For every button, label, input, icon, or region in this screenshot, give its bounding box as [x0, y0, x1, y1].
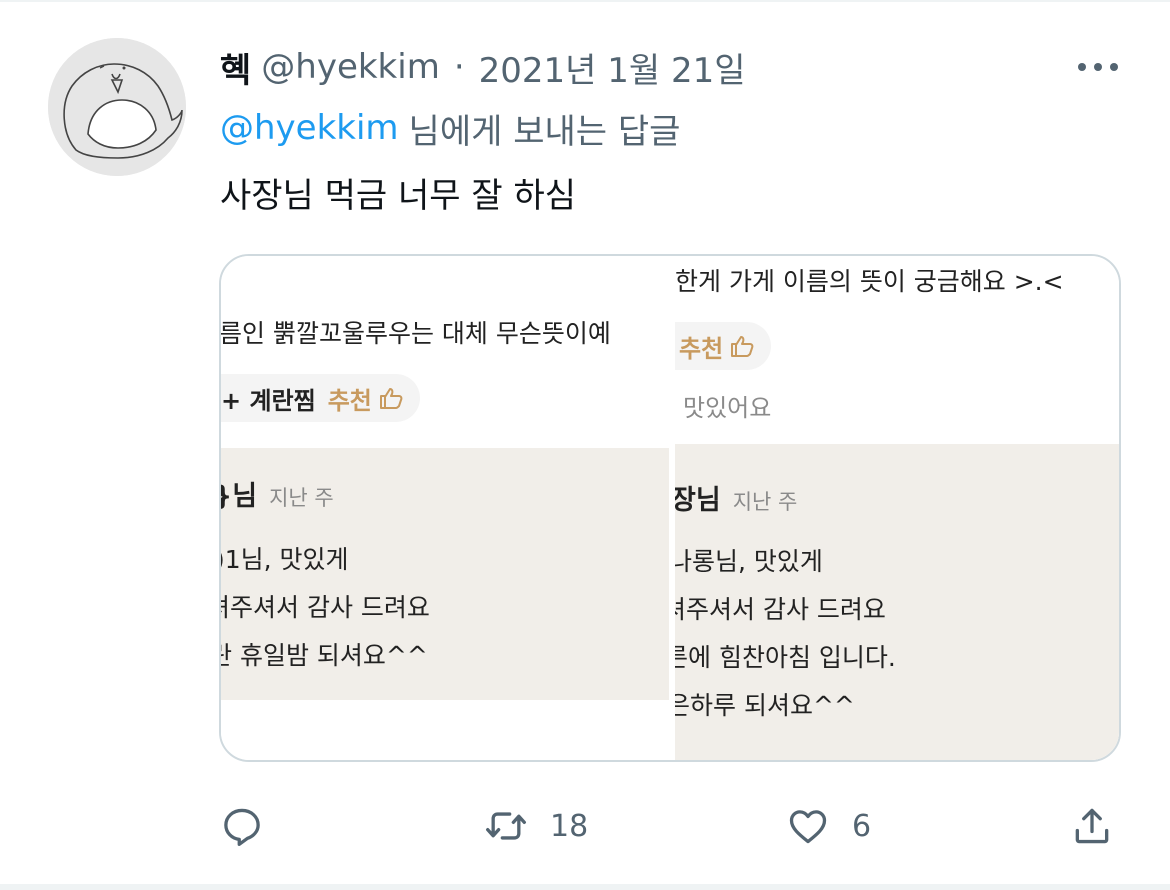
reply-to-handle[interactable]: @hyekkim: [220, 108, 399, 148]
share-button[interactable]: [1070, 798, 1114, 854]
dish-name: + 계란찜: [221, 386, 316, 415]
recommend-label: 추천: [327, 386, 372, 415]
retweet-count: 18: [550, 808, 589, 844]
owner-reply-time: 지난 주: [732, 490, 798, 514]
separator-dot: ·: [453, 47, 465, 87]
retweet-button[interactable]: 18: [484, 798, 588, 854]
tweet-date[interactable]: 2021년 1월 21일: [479, 43, 746, 92]
share-icon: [1075, 808, 1109, 844]
more-dot: [1094, 63, 1102, 71]
more-options-icon[interactable]: [1074, 50, 1122, 84]
reply-icon: [224, 808, 260, 846]
tweet-actions: 18 6: [0, 798, 1170, 854]
owner-reply-line: 셔주셔서 감사 드려요: [221, 593, 430, 622]
recommend-label: 추천: [679, 334, 724, 363]
thumbs-up-icon: [379, 388, 403, 409]
replying-to: @hyekkim 님에게 보내는 답글: [220, 104, 680, 152]
tweet-text: 사장님 먹금 너무 잘 하심: [220, 175, 577, 216]
owner-name: }님: [221, 481, 258, 512]
owner-name: 장님: [675, 485, 721, 516]
media-attachment[interactable]: 름인 뿕깔꼬울루우는 대체 무슨뜻이예 + 계란찜 추천 }님 지난 주 )1님,…: [219, 254, 1121, 762]
owner-reply-line: 른에 힘찬아침 입니다.: [675, 643, 896, 672]
more-dot: [1078, 63, 1086, 71]
like-count: 6: [852, 808, 872, 844]
owner-reply-line: 셔주셔서 감사 드려요: [675, 595, 886, 624]
more-dot: [1110, 63, 1118, 71]
avatar[interactable]: [48, 38, 186, 176]
bird-avatar-drawing: [48, 38, 186, 176]
heart-icon: [789, 810, 827, 844]
owner-reply-box: 장님 지난 주 나롱님, 맛있게 셔주셔서 감사 드려요 른에 힘찬아침 입니다.…: [675, 444, 1119, 760]
top-divider: [0, 0, 1170, 2]
owner-reply-line: 은하루 되셔요^^: [675, 691, 855, 720]
like-button[interactable]: 6: [786, 798, 871, 854]
owner-reply-line: )1님, 맛있게: [221, 545, 349, 574]
owner-reply-line: 란 휴일밤 되셔요^^: [221, 641, 428, 670]
media-image-right[interactable]: 한게 가게 이름의 뜻이 궁금해요 >.< 추천 맛있어요 장님 지난 주 나롱님…: [675, 256, 1119, 760]
menu-pill: + 계란찜 추천: [221, 374, 420, 422]
review-text: 름인 뿕깔꼬울루우는 대체 무슨뜻이예: [221, 319, 611, 348]
reply-to-suffix: 님에게 보내는 답글: [408, 111, 681, 152]
display-name[interactable]: 혝: [220, 43, 251, 92]
tweet-header: 혝 @hyekkim · 2021년 1월 21일: [220, 42, 746, 92]
owner-reply-box: }님 지난 주 )1님, 맛있게 셔주셔서 감사 드려요 란 휴일밤 되셔요^^: [221, 448, 669, 700]
thumbs-up-icon: [731, 336, 754, 357]
menu-pill: 추천: [675, 322, 772, 370]
user-handle[interactable]: @hyekkim: [261, 47, 440, 87]
reply-button[interactable]: [220, 798, 264, 854]
review-plain-text: 맛있어요: [683, 394, 772, 422]
owner-reply-line: 나롱님, 맛있게: [675, 547, 823, 576]
retweet-icon: [486, 812, 526, 840]
owner-reply-time: 지난 주: [269, 486, 334, 510]
media-image-left[interactable]: 름인 뿕깔꼬울루우는 대체 무슨뜻이예 + 계란찜 추천 }님 지난 주 )1님,…: [221, 256, 669, 760]
review-text: 한게 가게 이름의 뜻이 궁금해요 >.<: [675, 267, 1064, 296]
bottom-divider: [0, 884, 1170, 890]
